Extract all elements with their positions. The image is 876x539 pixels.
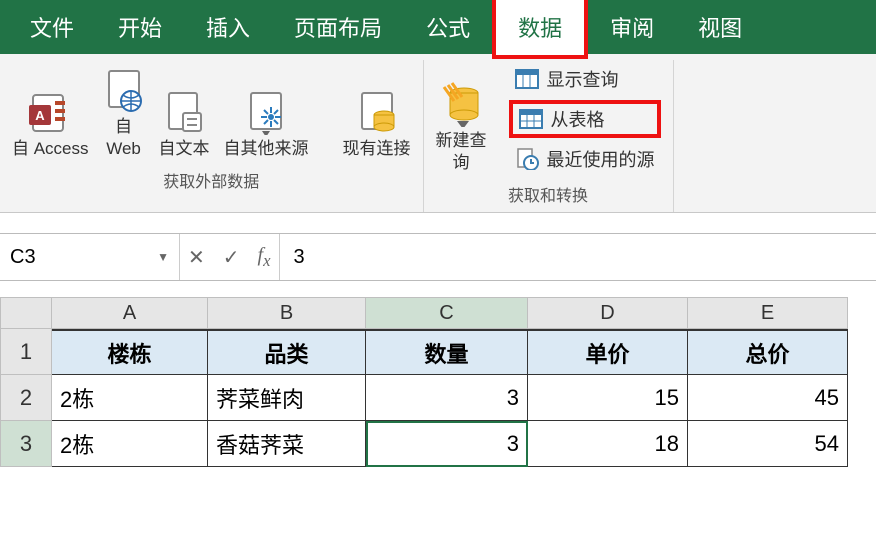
col-header-D[interactable]: D — [528, 297, 688, 329]
existing-conn-button[interactable]: 现有连接 — [343, 86, 411, 160]
cell[interactable]: 3 — [366, 375, 528, 421]
table-row: 2 2栋 荠菜鲜肉 3 15 45 — [0, 375, 876, 421]
from-access-button[interactable]: A 自 Access — [12, 86, 89, 160]
menu-page-layout[interactable]: 页面布局 — [272, 0, 404, 55]
column-headers: A B C D E — [0, 297, 876, 329]
show-query-label: 显示查询 — [547, 66, 619, 92]
from-table-button[interactable]: 从表格 — [509, 100, 661, 138]
menu-view[interactable]: 视图 — [676, 0, 764, 55]
menu-bar: 文件 开始 插入 页面布局 公式 数据 审阅 视图 — [0, 0, 876, 54]
table-row: 1 楼栋 品类 数量 单价 总价 — [0, 329, 876, 375]
cell[interactable]: 香菇荠菜 — [208, 421, 366, 467]
from-text-button[interactable]: 自文本 — [159, 86, 210, 160]
new-query-button[interactable]: 新建查 询 — [436, 78, 487, 174]
cell[interactable]: 15 — [528, 375, 688, 421]
new-query-label: 新建查 询 — [436, 130, 487, 174]
from-other-label: 自其他来源 — [224, 138, 309, 160]
header-cell[interactable]: 楼栋 — [52, 329, 208, 375]
from-web-label: 自 Web — [106, 116, 141, 160]
cell[interactable]: 2栋 — [52, 421, 208, 467]
recent-source-button[interactable]: 最近使用的源 — [509, 144, 661, 174]
web-icon — [103, 64, 145, 116]
header-cell[interactable]: 品类 — [208, 329, 366, 375]
col-header-E[interactable]: E — [688, 297, 848, 329]
fx-button[interactable]: fx — [258, 244, 271, 271]
cell[interactable]: 54 — [688, 421, 848, 467]
col-header-B[interactable]: B — [208, 297, 366, 329]
from-web-button[interactable]: 自 Web — [103, 64, 145, 160]
name-box[interactable]: C3 ▼ — [0, 234, 180, 280]
recent-source-label: 最近使用的源 — [547, 146, 655, 172]
confirm-button[interactable]: ✓ — [223, 245, 240, 270]
menu-insert[interactable]: 插入 — [184, 0, 272, 55]
formula-value: 3 — [294, 246, 305, 269]
group-external-data-label: 获取外部数据 — [163, 168, 259, 192]
spreadsheet: A B C D E 1 楼栋 品类 数量 单价 总价 2 2栋 荠菜鲜肉 3 1… — [0, 297, 876, 467]
cell-active[interactable]: 3 — [366, 421, 528, 467]
name-box-value: C3 — [10, 246, 36, 269]
rows: 1 楼栋 品类 数量 单价 总价 2 2栋 荠菜鲜肉 3 15 45 3 2栋 … — [0, 329, 876, 467]
from-other-button[interactable]: 自其他来源 — [224, 86, 309, 160]
header-cell[interactable]: 数量 — [366, 329, 528, 375]
cell[interactable]: 18 — [528, 421, 688, 467]
other-source-icon — [245, 86, 287, 138]
formula-input[interactable]: 3 — [280, 234, 876, 280]
show-query-icon — [515, 69, 539, 89]
menu-file[interactable]: 文件 — [8, 0, 96, 55]
menu-data[interactable]: 数据 — [492, 0, 588, 59]
from-access-label: 自 Access — [12, 138, 89, 160]
select-all-corner[interactable] — [0, 297, 52, 329]
table-row: 3 2栋 香菇荠菜 3 18 54 — [0, 421, 876, 467]
from-text-label: 自文本 — [159, 138, 210, 160]
header-cell[interactable]: 总价 — [688, 329, 848, 375]
cell[interactable]: 45 — [688, 375, 848, 421]
menu-review[interactable]: 审阅 — [588, 0, 676, 55]
ribbon: A 自 Access 自 Web 自文本 自其他来源 — [0, 54, 876, 213]
group-get-transform-label: 获取和转换 — [508, 182, 588, 206]
from-table-icon — [519, 109, 543, 129]
existing-conn-icon — [356, 86, 398, 138]
row-header-3[interactable]: 3 — [0, 421, 52, 467]
formula-bar-buttons: ✕ ✓ fx — [180, 234, 280, 280]
name-box-dropdown-icon[interactable]: ▼ — [157, 250, 169, 264]
menu-formula[interactable]: 公式 — [404, 0, 492, 55]
cell[interactable]: 2栋 — [52, 375, 208, 421]
new-query-icon — [438, 78, 484, 130]
svg-text:A: A — [36, 108, 46, 123]
cell[interactable]: 荠菜鲜肉 — [208, 375, 366, 421]
ribbon-group-get-transform: 新建查 询 显示查询 从表格 最近使用的源 获取和转换 — [424, 60, 674, 212]
col-header-C[interactable]: C — [366, 297, 528, 329]
row-header-1[interactable]: 1 — [0, 329, 52, 375]
text-file-icon — [163, 86, 205, 138]
existing-conn-label: 现有连接 — [343, 138, 411, 160]
access-icon: A — [27, 86, 73, 138]
menu-home[interactable]: 开始 — [96, 0, 184, 55]
col-header-A[interactable]: A — [52, 297, 208, 329]
from-table-label: 从表格 — [551, 106, 605, 132]
recent-source-icon — [515, 148, 539, 170]
row-header-2[interactable]: 2 — [0, 375, 52, 421]
cancel-button[interactable]: ✕ — [188, 245, 205, 270]
ribbon-group-external-data: A 自 Access 自 Web 自文本 自其他来源 — [0, 60, 424, 212]
header-cell[interactable]: 单价 — [528, 329, 688, 375]
show-query-button[interactable]: 显示查询 — [509, 64, 661, 94]
formula-bar: C3 ▼ ✕ ✓ fx 3 — [0, 233, 876, 281]
